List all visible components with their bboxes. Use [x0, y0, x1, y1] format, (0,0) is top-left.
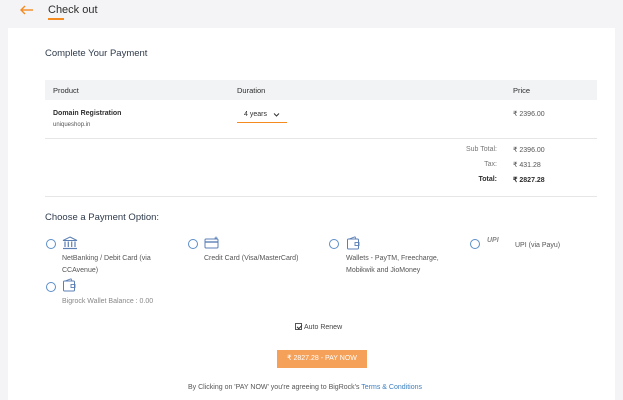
option-netbanking-label: NetBanking / Debit Card (via CCAvenue): [62, 253, 151, 277]
terms-notice: By Clicking on 'PAY NOW' you're agreeing…: [188, 384, 422, 391]
option-bigrock-wallet-label: Bigrock Wallet Balance : 0.00: [62, 298, 154, 305]
option-upi-label: UPI (via Payu): [515, 242, 561, 249]
row-price: ₹ 2396.00: [513, 111, 545, 118]
back-arrow-icon[interactable]: [18, 2, 38, 18]
terms-prefix: By Clicking on 'PAY NOW' you're agreeing…: [188, 384, 362, 391]
radio-netbanking[interactable]: [46, 239, 56, 249]
title-underline: [48, 18, 64, 20]
duration-select[interactable]: 4 years: [237, 109, 287, 123]
column-duration: Duration: [237, 86, 266, 95]
radio-upi[interactable]: [470, 239, 480, 249]
product-name: Domain Registration: [53, 110, 122, 117]
auto-renew-checkbox[interactable]: Auto Renew: [295, 322, 342, 331]
duration-value: 4 years: [244, 111, 267, 118]
upi-icon: UPI: [487, 237, 499, 244]
tax-label: Tax:: [484, 161, 497, 168]
divider: [45, 196, 597, 197]
radio-wallets[interactable]: [329, 239, 339, 249]
wallet-icon: [346, 236, 362, 250]
option-netbanking-line1: NetBanking / Debit Card (via: [62, 255, 151, 262]
terms-link[interactable]: Terms & Conditions: [361, 384, 422, 391]
auto-renew-label: Auto Renew: [304, 324, 343, 331]
table-header: Product Duration Price: [45, 80, 597, 100]
page-title: Check out: [48, 4, 98, 16]
subtotal-value: ₹ 2396.00: [513, 147, 545, 154]
top-bar: Check out: [0, 0, 623, 28]
option-wallets-label: Wallets - PayTM, Freecharge, Mobikwik an…: [346, 253, 439, 277]
payment-options-title: Choose a Payment Option:: [45, 212, 160, 223]
radio-credit-card[interactable]: [188, 239, 198, 249]
column-product: Product: [53, 86, 79, 95]
option-credit-card-label: Credit Card (Visa/MasterCard): [204, 255, 299, 262]
radio-bigrock-wallet[interactable]: [46, 282, 56, 292]
column-price: Price: [513, 86, 531, 95]
option-wallets-line2: Mobikwik and JioMoney: [346, 267, 421, 274]
tax-value: ₹ 431.28: [513, 162, 541, 169]
option-wallets-line1: Wallets - PayTM, Freecharge,: [346, 255, 439, 262]
bank-icon: [62, 236, 78, 250]
total-label: Total:: [478, 176, 497, 183]
checkbox-checked-icon: [295, 323, 302, 330]
chevron-down-icon: [273, 112, 280, 118]
total-value: ₹ 2827.28: [513, 177, 545, 184]
checkout-card: Complete Your Payment Product Duration P…: [8, 28, 615, 400]
divider: [45, 138, 597, 139]
subtotal-label: Sub Total:: [465, 146, 497, 153]
credit-card-icon: [204, 236, 220, 250]
pay-now-button[interactable]: ₹ 2827.28 - PAY NOW: [277, 350, 367, 368]
wallet-icon: [62, 278, 78, 292]
option-netbanking-line2: CCAvenue): [62, 267, 99, 274]
domain-name: uniqueshop.in: [53, 122, 91, 128]
payment-section-title: Complete Your Payment: [45, 48, 148, 59]
